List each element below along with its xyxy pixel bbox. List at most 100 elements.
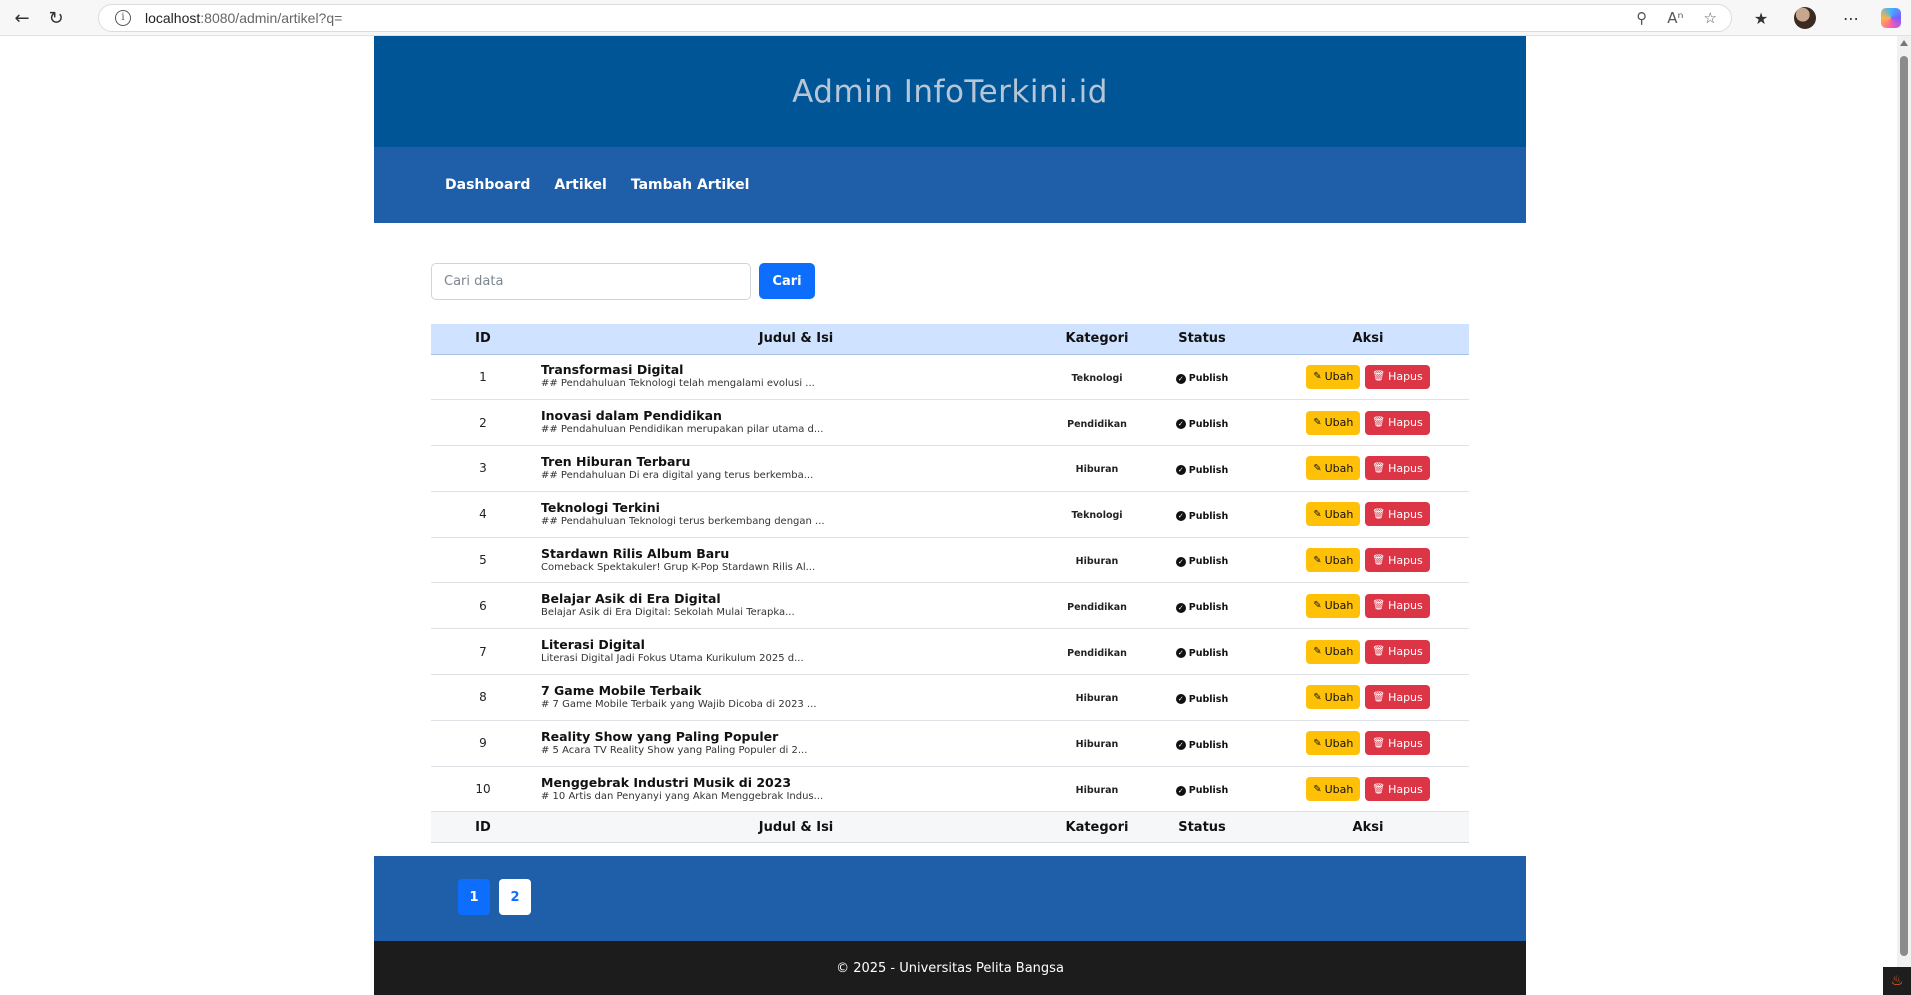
edit-label: Ubah (1324, 370, 1354, 384)
copilot-button[interactable] (1878, 6, 1904, 30)
row-status-cell: ✓ Publish (1137, 766, 1267, 813)
check-circle-icon: ✓ (1175, 373, 1186, 384)
edit-button[interactable]: ✎ Ubah (1306, 502, 1361, 527)
row-status-cell: ✓ Publish (1137, 354, 1267, 401)
table-row: 5 Stardawn Rilis Album Baru Comeback Spe… (431, 537, 1469, 584)
favorites-icon[interactable]: ★ (1748, 6, 1774, 30)
trash-icon: 🗑 (1372, 691, 1386, 703)
status-label: Publish (1188, 418, 1229, 430)
row-title-cell: Stardawn Rilis Album Baru Comeback Spekt… (535, 537, 1057, 584)
category-badge: Pendidikan (1067, 647, 1127, 659)
table-body: 1 Transformasi Digital ## Pendahuluan Te… (431, 354, 1469, 813)
row-category-cell: Hiburan (1057, 537, 1137, 584)
row-title-cell: Inovasi dalam Pendidikan ## Pendahuluan … (535, 399, 1057, 447)
nav-dashboard[interactable]: Dashboard (445, 177, 530, 193)
pencil-icon: ✎ (1313, 371, 1322, 383)
category-badge: Teknologi (1071, 372, 1123, 384)
edit-button[interactable]: ✎ Ubah (1306, 731, 1361, 756)
nav-artikel[interactable]: Artikel (554, 177, 606, 193)
scroll-up-arrow[interactable] (1900, 40, 1908, 46)
edit-label: Ubah (1324, 736, 1354, 750)
page-button-2[interactable]: 2 (499, 879, 531, 915)
delete-button[interactable]: 🗑 Hapus (1365, 593, 1430, 618)
row-actions-cell: ✎ Ubah 🗑 Hapus (1267, 354, 1469, 401)
info-icon[interactable]: i (115, 10, 131, 26)
read-aloud-icon[interactable]: Aⁿ (1667, 9, 1683, 27)
back-icon[interactable]: ← (10, 6, 34, 30)
flame-icon[interactable]: ♨ (1883, 967, 1911, 995)
pencil-icon: ✎ (1313, 737, 1322, 749)
category-badge: Hiburan (1075, 464, 1119, 476)
row-id: 1 (431, 354, 535, 401)
status-badge: ✓ Publish (1175, 418, 1229, 430)
delete-button[interactable]: 🗑 Hapus (1365, 639, 1430, 664)
table-header-row: ID Judul & Isi Kategori Status Aksi (431, 324, 1469, 355)
edit-button[interactable]: ✎ Ubah (1306, 456, 1361, 481)
delete-button[interactable]: 🗑 Hapus (1365, 548, 1430, 573)
delete-button[interactable]: 🗑 Hapus (1365, 364, 1430, 389)
row-actions-cell: ✎ Ubah 🗑 Hapus (1267, 766, 1469, 813)
edit-button[interactable]: ✎ Ubah (1306, 639, 1361, 664)
status-badge: ✓ Publish (1175, 647, 1229, 659)
status-label: Publish (1188, 602, 1229, 614)
check-circle-icon: ✓ (1175, 602, 1186, 613)
article-excerpt: # 5 Acara TV Reality Show yang Paling Po… (541, 744, 808, 756)
delete-label: Hapus (1388, 690, 1423, 704)
articles-table: ID Judul & Isi Kategori Status Aksi 1 Tr… (431, 324, 1469, 844)
status-label: Publish (1188, 647, 1229, 659)
main-nav: Dashboard Artikel Tambah Artikel (374, 147, 1526, 223)
delete-button[interactable]: 🗑 Hapus (1365, 685, 1430, 710)
status-label: Publish (1188, 510, 1229, 522)
trash-icon: 🗑 (1372, 462, 1386, 474)
row-id: 8 (431, 674, 535, 721)
zoom-icon[interactable]: ⚲ (1636, 9, 1647, 27)
article-title: Transformasi Digital (541, 362, 684, 378)
row-status-cell: ✓ Publish (1137, 491, 1267, 538)
more-menu-icon[interactable]: ⋯ (1838, 6, 1864, 30)
pencil-icon: ✎ (1313, 600, 1322, 612)
edit-button[interactable]: ✎ Ubah (1306, 548, 1361, 573)
edit-button[interactable]: ✎ Ubah (1306, 685, 1361, 710)
table-row: 8 7 Game Mobile Terbaik # 7 Game Mobile … (431, 674, 1469, 721)
pencil-icon: ✎ (1313, 554, 1322, 566)
profile-button[interactable] (1792, 6, 1818, 30)
check-circle-icon: ✓ (1175, 694, 1186, 705)
row-actions-cell: ✎ Ubah 🗑 Hapus (1267, 628, 1469, 676)
article-excerpt: ## Pendahuluan Di era digital yang terus… (541, 469, 814, 481)
edit-button[interactable]: ✎ Ubah (1306, 593, 1361, 618)
edit-button[interactable]: ✎ Ubah (1306, 410, 1361, 435)
article-title: Stardawn Rilis Album Baru (541, 545, 730, 561)
address-bar[interactable]: i localhost:8080/admin/artikel?q= ⚲ Aⁿ ☆ (98, 4, 1732, 32)
delete-label: Hapus (1388, 461, 1423, 475)
delete-button[interactable]: 🗑 Hapus (1365, 731, 1430, 756)
delete-button[interactable]: 🗑 Hapus (1365, 456, 1430, 481)
search-input[interactable] (431, 263, 751, 300)
status-badge: ✓ Publish (1175, 510, 1229, 522)
nav-tambah-artikel[interactable]: Tambah Artikel (631, 177, 750, 193)
scroll-thumb[interactable] (1900, 56, 1908, 956)
check-circle-icon: ✓ (1175, 419, 1186, 430)
row-id: 3 (431, 445, 535, 492)
favorite-star-icon[interactable]: ☆ (1704, 9, 1717, 27)
status-label: Publish (1188, 373, 1229, 385)
page-button-1[interactable]: 1 (458, 879, 490, 915)
delete-button[interactable]: 🗑 Hapus (1365, 502, 1430, 527)
url-text[interactable]: localhost:8080/admin/artikel?q= (145, 10, 342, 26)
check-circle-icon: ✓ (1175, 740, 1186, 751)
edit-button[interactable]: ✎ Ubah (1306, 364, 1361, 389)
search-button[interactable]: Cari (759, 263, 815, 299)
search-form: Cari (431, 263, 815, 300)
status-label: Publish (1188, 556, 1229, 568)
row-category-cell: Pendidikan (1057, 582, 1137, 630)
edit-button[interactable]: ✎ Ubah (1306, 777, 1361, 802)
row-actions-cell: ✎ Ubah 🗑 Hapus (1267, 674, 1469, 721)
delete-button[interactable]: 🗑 Hapus (1365, 410, 1430, 435)
scrollbar[interactable] (1897, 36, 1911, 995)
row-status-cell: ✓ Publish (1137, 628, 1267, 676)
delete-button[interactable]: 🗑 Hapus (1365, 777, 1430, 802)
refresh-icon[interactable]: ↻ (44, 6, 68, 30)
check-circle-icon: ✓ (1175, 785, 1186, 796)
row-category-cell: Hiburan (1057, 766, 1137, 813)
row-id: 2 (431, 399, 535, 447)
row-id: 7 (431, 628, 535, 676)
